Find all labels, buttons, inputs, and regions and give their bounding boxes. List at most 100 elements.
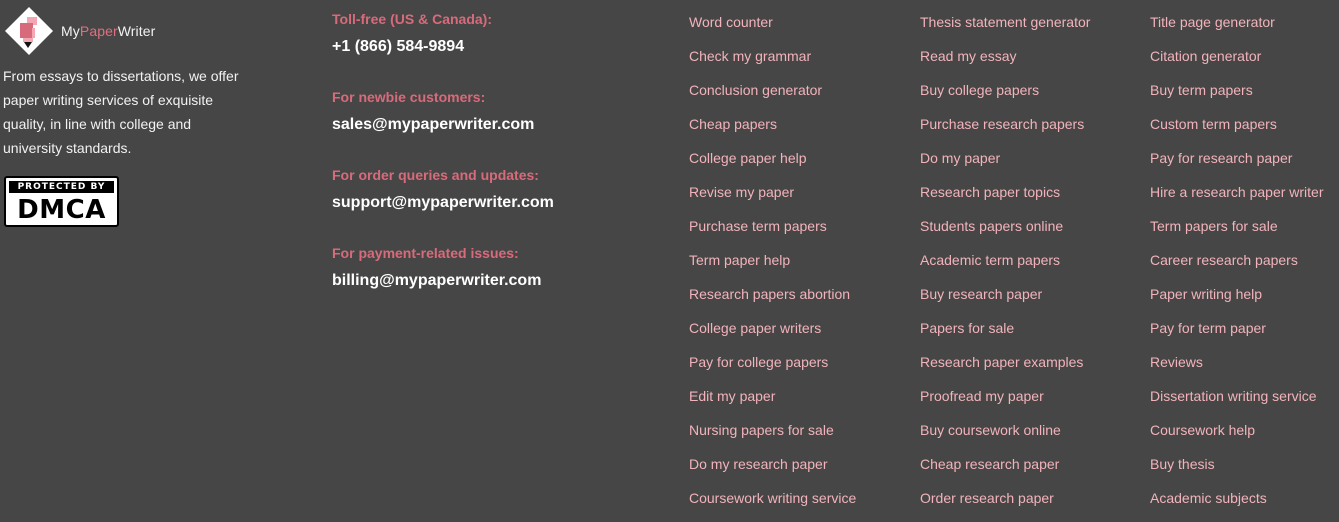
footer-link[interactable]: Coursework writing service: [689, 490, 856, 506]
footer-link-item: Purchase term papers: [689, 216, 856, 250]
footer-link[interactable]: Order research paper: [920, 490, 1054, 506]
footer-link[interactable]: Pay for research paper: [1150, 150, 1292, 166]
newbie-label: For newbie customers:: [332, 89, 486, 105]
footer-link-item: Dissertation writing service: [1150, 386, 1324, 420]
footer-link[interactable]: College paper help: [689, 150, 807, 166]
dmca-badge-top: PROTECTED BY: [9, 181, 114, 193]
footer-link[interactable]: Nursing papers for sale: [689, 422, 834, 438]
footer-link-item: Pay for research paper: [1150, 148, 1324, 182]
footer-link-item: Purchase research papers: [920, 114, 1090, 148]
footer-link[interactable]: Career research papers: [1150, 252, 1298, 268]
footer-link-item: Cheap research paper: [920, 454, 1090, 488]
billing-email-link[interactable]: billing@mypaperwriter.com: [332, 272, 541, 290]
support-label: For order queries and updates:: [332, 167, 539, 183]
footer-link[interactable]: Academic subjects: [1150, 490, 1267, 506]
footer-link[interactable]: Do my research paper: [689, 456, 828, 472]
footer-link-item: Edit my paper: [689, 386, 856, 420]
footer-link-item: Buy coursework online: [920, 420, 1090, 454]
logo-link[interactable]: MyPaperWriter: [4, 6, 155, 56]
footer-link[interactable]: Buy term papers: [1150, 82, 1253, 98]
footer-link-item: Revise my paper: [689, 182, 856, 216]
footer-link[interactable]: Purchase research papers: [920, 116, 1084, 132]
footer-link[interactable]: Paper writing help: [1150, 286, 1262, 302]
footer-link-item: Term papers for sale: [1150, 216, 1324, 250]
footer-link[interactable]: Buy research paper: [920, 286, 1042, 302]
footer-link[interactable]: Buy coursework online: [920, 422, 1061, 438]
footer-link-item: Research papers abortion: [689, 284, 856, 318]
footer-link[interactable]: Pay for term paper: [1150, 320, 1266, 336]
footer-link[interactable]: Word counter: [689, 14, 773, 30]
footer-link-item: Coursework help: [1150, 420, 1324, 454]
footer-link[interactable]: Research papers abortion: [689, 286, 850, 302]
footer-link-item: Order research paper: [920, 488, 1090, 522]
footer-link[interactable]: Purchase term papers: [689, 218, 827, 234]
footer-link-item: Buy research paper: [920, 284, 1090, 318]
dmca-badge[interactable]: PROTECTED BY DMCA: [4, 176, 119, 227]
footer-link-item: Read my essay: [920, 46, 1090, 80]
pen-marker-icon: [5, 7, 53, 55]
billing-label: For payment-related issues:: [332, 245, 519, 261]
links-column-3: Title page generator Citation generator Bu…: [1150, 12, 1324, 522]
footer-link-item: Thesis statement generator: [920, 12, 1090, 46]
footer-link[interactable]: Conclusion generator: [689, 82, 822, 98]
footer-link[interactable]: Coursework help: [1150, 422, 1255, 438]
footer-link-item: Term paper help: [689, 250, 856, 284]
footer-link[interactable]: Custom term papers: [1150, 116, 1277, 132]
footer-link-item: Buy term papers: [1150, 80, 1324, 114]
footer-link[interactable]: Term paper help: [689, 252, 790, 268]
footer-link-item: Coursework writing service: [689, 488, 856, 522]
footer-link[interactable]: Read my essay: [920, 48, 1016, 64]
footer-link-item: College paper writers: [689, 318, 856, 352]
footer-link[interactable]: College paper writers: [689, 320, 821, 336]
footer-link-item: Reviews: [1150, 352, 1324, 386]
footer-link-item: Custom term papers: [1150, 114, 1324, 148]
footer-link-item: Paper writing help: [1150, 284, 1324, 318]
footer-link[interactable]: Proofread my paper: [920, 388, 1044, 404]
footer-link-item: College paper help: [689, 148, 856, 182]
footer-link[interactable]: Research paper topics: [920, 184, 1060, 200]
footer-link-item: Buy thesis: [1150, 454, 1324, 488]
footer-link[interactable]: Hire a research paper writer: [1150, 184, 1324, 200]
footer-link[interactable]: Thesis statement generator: [920, 14, 1090, 30]
phone-link[interactable]: +1 (866) 584-9894: [332, 38, 464, 56]
footer-link[interactable]: Reviews: [1150, 354, 1203, 370]
footer-link-item: Check my grammar: [689, 46, 856, 80]
sales-email-link[interactable]: sales@mypaperwriter.com: [332, 116, 534, 134]
footer-link[interactable]: Edit my paper: [689, 388, 775, 404]
tollfree-label: Toll-free (US & Canada):: [332, 11, 492, 27]
footer-link[interactable]: Cheap papers: [689, 116, 777, 132]
footer-link[interactable]: Term papers for sale: [1150, 218, 1278, 234]
footer-link-item: Title page generator: [1150, 12, 1324, 46]
footer-link-item: Research paper examples: [920, 352, 1090, 386]
footer-link-item: Pay for term paper: [1150, 318, 1324, 352]
footer-link-item: Pay for college papers: [689, 352, 856, 386]
footer-link[interactable]: Revise my paper: [689, 184, 794, 200]
footer-link[interactable]: Dissertation writing service: [1150, 388, 1317, 404]
footer-link[interactable]: Do my paper: [920, 150, 1000, 166]
footer-link[interactable]: Academic term papers: [920, 252, 1060, 268]
footer-link[interactable]: Title page generator: [1150, 14, 1275, 30]
footer-link-item: Academic subjects: [1150, 488, 1324, 522]
footer-link-item: Nursing papers for sale: [689, 420, 856, 454]
footer-link[interactable]: Buy college papers: [920, 82, 1039, 98]
footer-link-item: Citation generator: [1150, 46, 1324, 80]
dmca-badge-main: DMCA: [17, 195, 106, 225]
footer-link-item: Hire a research paper writer: [1150, 182, 1324, 216]
about-text: From essays to dissertations, we offer p…: [3, 68, 239, 156]
footer-link[interactable]: Pay for college papers: [689, 354, 828, 370]
footer-link[interactable]: Students papers online: [920, 218, 1063, 234]
links-column-1: Word counter Check my grammar Conclusion g…: [689, 12, 856, 522]
footer-link-item: Research paper topics: [920, 182, 1090, 216]
footer-link[interactable]: Cheap research paper: [920, 456, 1059, 472]
footer-link[interactable]: Papers for sale: [920, 320, 1014, 336]
footer-link[interactable]: Research paper examples: [920, 354, 1083, 370]
footer-link-item: Buy college papers: [920, 80, 1090, 114]
footer-link-item: Conclusion generator: [689, 80, 856, 114]
footer-link[interactable]: Buy thesis: [1150, 456, 1215, 472]
footer-link-item: Students papers online: [920, 216, 1090, 250]
support-email-link[interactable]: support@mypaperwriter.com: [332, 194, 554, 212]
footer-link[interactable]: Citation generator: [1150, 48, 1261, 64]
links-column-2: Thesis statement generator Read my essay B…: [920, 12, 1090, 522]
footer-link[interactable]: Check my grammar: [689, 48, 811, 64]
footer-link-item: Proofread my paper: [920, 386, 1090, 420]
